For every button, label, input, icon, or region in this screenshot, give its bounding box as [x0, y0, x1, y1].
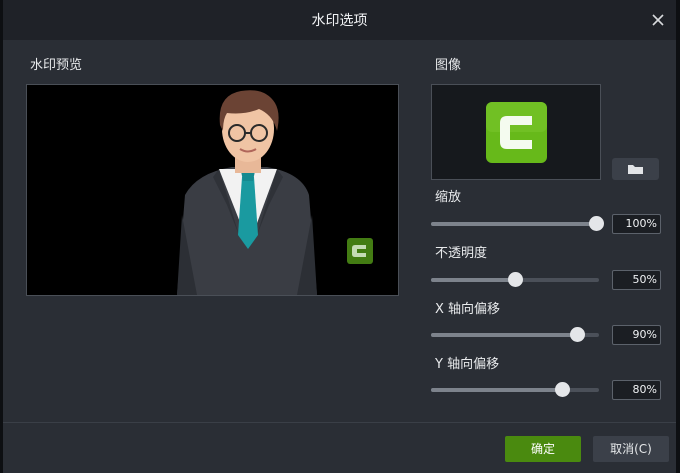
ok-button[interactable]: 确定 [505, 436, 581, 462]
opacity-slider-fill [431, 278, 515, 282]
x-offset-label: X 轴向偏移 [435, 302, 501, 317]
y-offset-slider-fill [431, 388, 566, 392]
footer-divider [3, 422, 676, 423]
opacity-slider-thumb[interactable] [508, 272, 523, 287]
scale-slider-thumb[interactable] [588, 216, 604, 231]
x-offset-slider[interactable] [431, 327, 599, 342]
scale-slider[interactable] [431, 216, 604, 231]
opacity-value[interactable]: 50% [612, 270, 661, 290]
y-offset-slider[interactable] [431, 382, 599, 397]
x-offset-slider-thumb[interactable] [570, 327, 586, 342]
avatar-illustration [177, 90, 373, 295]
x-offset-value[interactable]: 90% [612, 325, 661, 345]
scale-value[interactable]: 100% [612, 214, 661, 234]
scale-label: 缩放 [435, 190, 462, 205]
watermark-options-dialog: 水印选项 水印预览 图像 缩放 100% 不透明度 50% X 轴向偏移 90%… [3, 0, 676, 473]
opacity-slider[interactable] [431, 272, 599, 287]
folder-icon [628, 165, 643, 174]
preview-watermark-logo [347, 238, 373, 264]
y-offset-slider-thumb[interactable] [555, 382, 571, 397]
x-offset-slider-fill [431, 333, 583, 337]
image-label: 图像 [435, 58, 462, 73]
dialog-titlebar: 水印选项 [3, 0, 676, 40]
y-offset-label: Y 轴向偏移 [435, 357, 500, 372]
close-icon[interactable] [648, 10, 668, 30]
cancel-button[interactable]: 取消(C) [593, 436, 669, 462]
preview-label: 水印预览 [30, 58, 83, 73]
camtasia-logo-icon [486, 102, 547, 163]
scale-slider-fill [431, 222, 599, 226]
browse-image-button[interactable] [612, 158, 659, 180]
watermark-image-box[interactable] [431, 84, 601, 180]
y-offset-value[interactable]: 80% [612, 380, 661, 400]
dialog-title: 水印选项 [311, 13, 368, 29]
watermark-preview [26, 84, 399, 296]
opacity-label: 不透明度 [435, 246, 488, 261]
